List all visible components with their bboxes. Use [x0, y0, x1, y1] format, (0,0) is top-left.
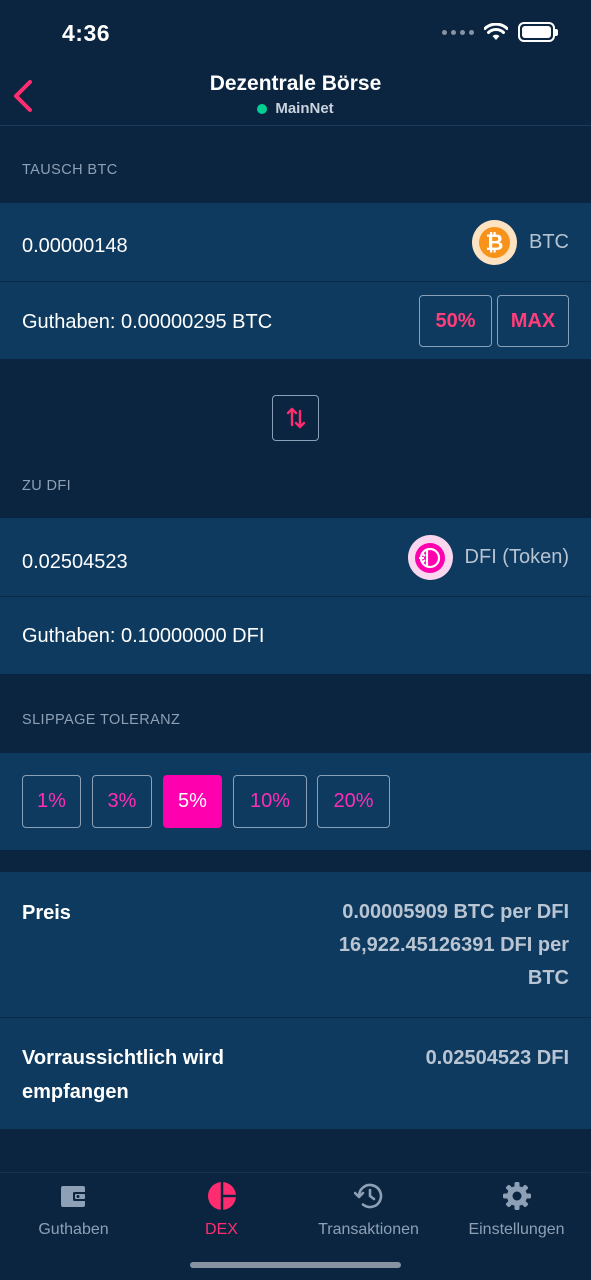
slippage-section-label: SLIPPAGE TOLERANZ	[22, 712, 181, 728]
to-section-label: ZU DFI	[22, 478, 72, 494]
from-section-label: TAUSCH BTC	[22, 162, 118, 178]
slippage-option-1[interactable]: 1%	[22, 775, 81, 828]
estimate-label: Vorraussichtlich wird empfangen	[22, 1041, 224, 1109]
to-token-name: DFI (Token)	[464, 546, 569, 568]
price-row: Preis 0.00005909 BTC per DFI 16,922.4512…	[0, 872, 591, 1017]
tab-label-einstellungen: Einstellungen	[468, 1221, 565, 1238]
swap-arrows-icon	[286, 407, 305, 429]
estimate-value: 0.02504523 DFI	[425, 1047, 569, 1069]
to-amount-input[interactable]: 0.02504523	[22, 551, 128, 574]
slippage-option-3[interactable]: 3%	[92, 775, 152, 828]
battery-icon	[518, 22, 558, 42]
price-btc-per-dfi: 0.00005909 BTC per DFI	[342, 901, 569, 923]
pie-chart-icon	[207, 1181, 237, 1211]
status-time: 4:36	[62, 20, 111, 46]
tab-label-transaktionen: Transaktionen	[318, 1221, 419, 1238]
slippage-option-10[interactable]: 10%	[233, 775, 307, 828]
swap-direction-button[interactable]	[272, 395, 319, 441]
from-token: ₿ BTC	[472, 220, 569, 265]
estimate-label-line2: empfangen	[22, 1081, 129, 1103]
max-amount-button[interactable]: MAX	[497, 295, 569, 347]
to-amount-row: 0.02504523 DFI (Token)	[0, 518, 591, 596]
signal-icon	[442, 29, 474, 35]
tab-einstellungen[interactable]: Einstellungen	[443, 1173, 590, 1253]
price-label: Preis	[22, 902, 71, 924]
network-status-dot	[257, 103, 268, 114]
tab-label-guthaben: Guthaben	[38, 1221, 109, 1238]
network-name: MainNet	[275, 100, 334, 117]
page-title: Dezentrale Börse	[209, 72, 382, 95]
wifi-icon	[484, 23, 508, 40]
tab-transaktionen[interactable]: Transaktionen	[295, 1173, 442, 1253]
slippage-option-20[interactable]: 20%	[317, 775, 390, 828]
estimate-label-line1: Vorraussichtlich wird	[22, 1047, 224, 1069]
tab-guthaben[interactable]: Guthaben	[0, 1173, 147, 1253]
network-indicator[interactable]: MainNet	[0, 100, 591, 117]
status-bar: 4:36	[0, 0, 591, 62]
price-value: 0.00005909 BTC per DFI 16,922.45126391 D…	[339, 896, 569, 995]
from-amount-row: 0.00000148 ₿ BTC	[0, 203, 591, 281]
tab-dex[interactable]: DEX	[148, 1173, 295, 1253]
bitcoin-icon: ₿	[472, 220, 517, 265]
from-balance-row: Guthaben: 0.00000295 BTC 50% MAX	[0, 281, 591, 359]
from-amount-input[interactable]: 0.00000148	[22, 235, 128, 258]
slippage-option-5[interactable]: 5%	[163, 775, 222, 828]
header: Dezentrale Börse MainNet	[0, 62, 591, 126]
wallet-icon	[60, 1181, 88, 1211]
home-indicator[interactable]	[190, 1262, 401, 1268]
gear-icon	[502, 1181, 532, 1211]
status-icons	[442, 22, 558, 42]
defichain-icon	[407, 535, 453, 580]
tab-label-dex: DEX	[205, 1221, 238, 1238]
to-balance: Guthaben: 0.10000000 DFI	[22, 625, 265, 647]
from-token-name: BTC	[529, 231, 569, 253]
price-dfi-per-btc-unit: BTC	[527, 967, 569, 989]
from-balance: Guthaben: 0.00000295 BTC	[22, 311, 273, 333]
to-balance-row: Guthaben: 0.10000000 DFI	[0, 596, 591, 674]
price-dfi-per-btc: 16,922.45126391 DFI per	[338, 934, 569, 956]
estimate-row: Vorraussichtlich wird empfangen 0.025045…	[0, 1017, 591, 1129]
half-amount-button[interactable]: 50%	[419, 295, 492, 347]
to-token: DFI (Token)	[407, 535, 569, 580]
history-icon	[353, 1181, 384, 1211]
